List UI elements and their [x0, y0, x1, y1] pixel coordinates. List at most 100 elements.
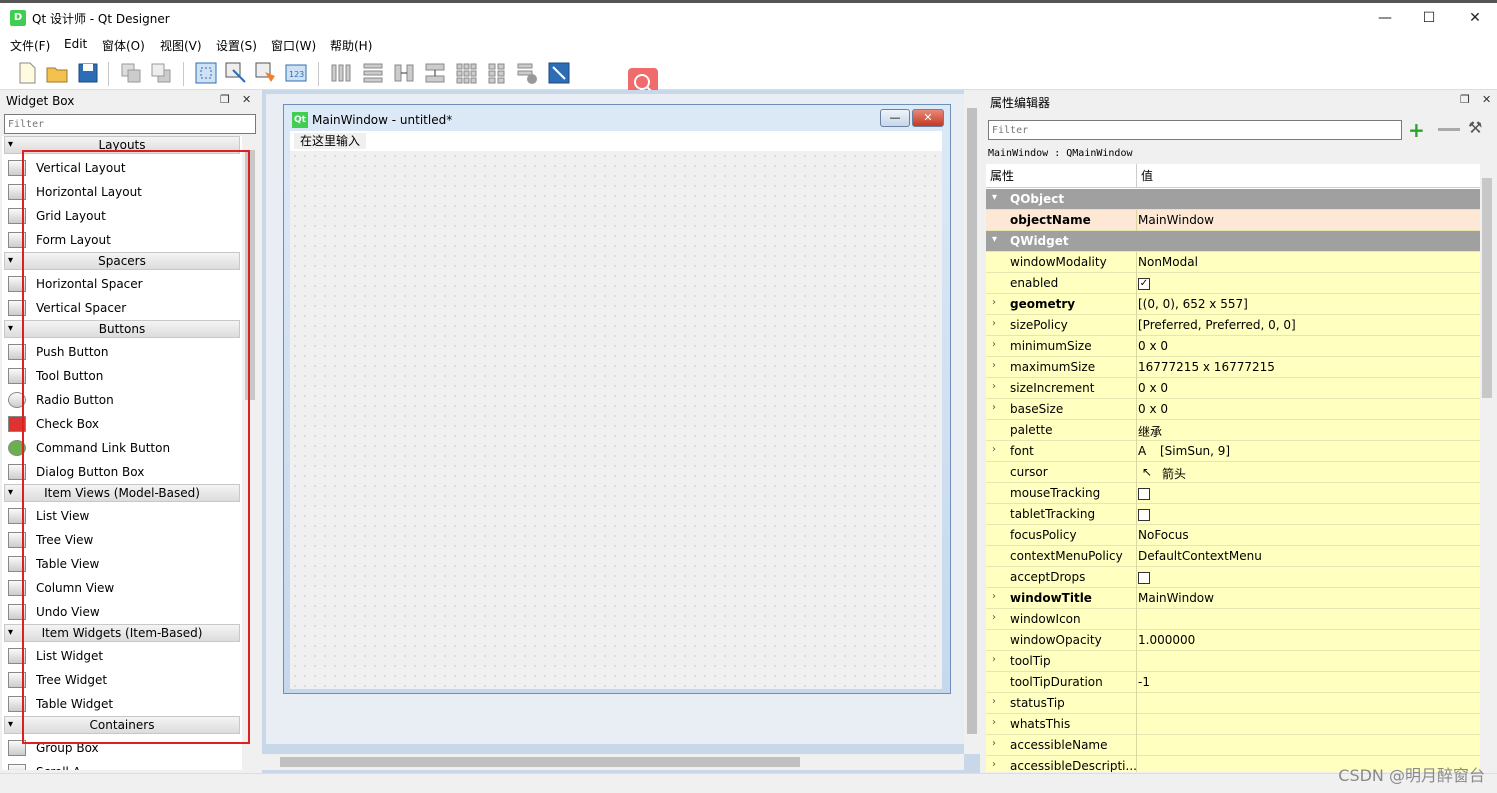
category-containers[interactable]: ▾ Containers [4, 716, 240, 734]
accept-drops-checkbox[interactable] [1138, 571, 1150, 584]
widget-box-filter-input[interactable] [4, 114, 256, 134]
widget-list-widget[interactable]: List Widget [6, 645, 240, 667]
prop-row-enabled[interactable]: enabled ✓ [986, 273, 1480, 294]
mdi-horizontal-scrollbar[interactable] [262, 754, 964, 770]
close-dock-icon[interactable]: ✕ [1482, 93, 1491, 106]
save-icon[interactable] [75, 60, 101, 86]
prop-row-maximumSize[interactable]: › maximumSize 16777215 x 16777215 [986, 357, 1480, 378]
property-editor-scrollbar[interactable] [1480, 164, 1494, 772]
float-dock-icon[interactable]: ❐ [1460, 93, 1470, 106]
menu-window[interactable]: 窗口(W) [271, 37, 316, 54]
form-close-button[interactable]: ✕ [912, 109, 944, 127]
mdi-vertical-scrollbar[interactable] [964, 90, 980, 754]
widget-table-view[interactable]: Table View [6, 553, 240, 575]
break-layout-icon[interactable] [514, 60, 540, 86]
menu-file[interactable]: 文件(F) [10, 37, 50, 54]
category-item-widgets[interactable]: ▾ Item Widgets (Item-Based) [4, 624, 240, 642]
prop-row-mouseTracking[interactable]: mouseTracking [986, 483, 1480, 504]
widget-horizontal-layout[interactable]: Horizontal Layout [6, 181, 240, 203]
bring-to-front-icon[interactable] [148, 60, 174, 86]
prop-row-objectName[interactable]: objectName MainWindow [986, 210, 1480, 231]
widget-grid-layout[interactable]: Grid Layout [6, 205, 240, 227]
send-to-back-icon[interactable] [118, 60, 144, 86]
prop-row-cursor[interactable]: cursor ↖ 箭头 [986, 462, 1480, 483]
edit-widgets-icon[interactable] [193, 60, 219, 86]
adjust-size-icon[interactable] [546, 60, 572, 86]
widget-dialog-button-box[interactable]: Dialog Button Box [6, 461, 240, 483]
prop-row-palette[interactable]: palette 继承 [986, 420, 1480, 441]
prop-row-contextMenuPolicy[interactable]: contextMenuPolicy DefaultContextMenu [986, 546, 1480, 567]
enabled-checkbox[interactable]: ✓ [1138, 277, 1150, 290]
category-item-views[interactable]: ▾ Item Views (Model-Based) [4, 484, 240, 502]
minimize-button[interactable]: — [1362, 5, 1408, 31]
category-spacers[interactable]: ▾ Spacers [4, 252, 240, 270]
maximize-button[interactable]: ☐ [1406, 5, 1452, 31]
remove-dynamic-property-icon[interactable] [1438, 128, 1460, 131]
prop-row-statusTip[interactable]: › statusTip [986, 693, 1480, 714]
category-layouts[interactable]: ▾ Layouts [4, 136, 240, 154]
mouse-tracking-checkbox[interactable] [1138, 487, 1150, 500]
prop-row-tabletTracking[interactable]: tabletTracking [986, 504, 1480, 525]
close-dock-icon[interactable]: ✕ [242, 93, 251, 106]
widget-list-view[interactable]: List View [6, 505, 240, 527]
widget-tree-widget[interactable]: Tree Widget [6, 669, 240, 691]
prop-row-toolTipDuration[interactable]: toolTipDuration -1 [986, 672, 1480, 693]
prop-row-accessibleName[interactable]: › accessibleName [986, 735, 1480, 756]
edit-signals-slots-icon[interactable] [223, 60, 249, 86]
widget-horizontal-spacer[interactable]: Horizontal Spacer [6, 273, 240, 295]
add-dynamic-property-icon[interactable]: + [1408, 118, 1425, 142]
prop-row-baseSize[interactable]: › baseSize 0 x 0 [986, 399, 1480, 420]
group-qobject[interactable]: ▾ QObject [986, 189, 1480, 210]
open-folder-icon[interactable] [44, 60, 70, 86]
column-header-value[interactable]: 值 [1136, 164, 1480, 188]
prop-row-windowOpacity[interactable]: windowOpacity 1.000000 [986, 630, 1480, 651]
layout-form-icon[interactable] [484, 60, 510, 86]
prop-row-font[interactable]: › font A [SimSun, 9] [986, 441, 1480, 462]
menu-form[interactable]: 窗体(O) [102, 37, 145, 54]
edit-tab-order-icon[interactable]: 123 [283, 60, 309, 86]
prop-row-minimumSize[interactable]: › minimumSize 0 x 0 [986, 336, 1480, 357]
menu-help[interactable]: 帮助(H) [330, 37, 372, 54]
property-filter-input[interactable] [988, 120, 1402, 140]
widget-tool-button[interactable]: Tool Button [6, 365, 240, 387]
form-minimize-button[interactable]: — [880, 109, 910, 127]
prop-row-acceptDrops[interactable]: acceptDrops [986, 567, 1480, 588]
layout-horizontal-icon[interactable] [328, 60, 354, 86]
property-editor-scroll-thumb[interactable] [1482, 178, 1492, 398]
tablet-tracking-checkbox[interactable] [1138, 508, 1150, 521]
layout-splitter-vertical-icon[interactable] [422, 60, 448, 86]
prop-row-windowModality[interactable]: windowModality NonModal [986, 252, 1480, 273]
group-qwidget[interactable]: ▾ QWidget [986, 231, 1480, 252]
widget-push-button[interactable]: Push Button [6, 341, 240, 363]
prop-row-whatsThis[interactable]: › whatsThis [986, 714, 1480, 735]
widget-command-link-button[interactable]: Command Link Button [6, 437, 240, 459]
prop-row-sizePolicy[interactable]: › sizePolicy [Preferred, Preferred, 0, 0] [986, 315, 1480, 336]
prop-row-sizeIncrement[interactable]: › sizeIncrement 0 x 0 [986, 378, 1480, 399]
widget-radio-button[interactable]: Radio Button [6, 389, 240, 411]
prop-row-windowIcon[interactable]: › windowIcon [986, 609, 1480, 630]
column-header-property[interactable]: 属性 [986, 164, 1136, 188]
category-buttons[interactable]: ▾ Buttons [4, 320, 240, 338]
new-file-icon[interactable] [14, 60, 40, 86]
widget-check-box[interactable]: Check Box [6, 413, 240, 435]
layout-vertical-icon[interactable] [360, 60, 386, 86]
widget-box-scrollbar[interactable] [243, 136, 257, 770]
prop-row-toolTip[interactable]: › toolTip [986, 651, 1480, 672]
widget-column-view[interactable]: Column View [6, 577, 240, 599]
widget-tree-view[interactable]: Tree View [6, 529, 240, 551]
menu-view[interactable]: 视图(V) [160, 37, 202, 54]
widget-vertical-layout[interactable]: Vertical Layout [6, 157, 240, 179]
prop-row-focusPolicy[interactable]: focusPolicy NoFocus [986, 525, 1480, 546]
mdi-vertical-scroll-thumb[interactable] [967, 108, 977, 734]
layout-grid-icon[interactable] [453, 60, 479, 86]
widget-table-widget[interactable]: Table Widget [6, 693, 240, 715]
widget-undo-view[interactable]: Undo View [6, 601, 240, 623]
form-window[interactable]: Qt MainWindow - untitled* — ✕ 在这里输入 [283, 104, 951, 694]
widget-group-box[interactable]: Group Box [6, 737, 240, 759]
edit-buddies-icon[interactable] [253, 60, 279, 86]
widget-vertical-spacer[interactable]: Vertical Spacer [6, 297, 240, 319]
mdi-horizontal-scroll-thumb[interactable] [280, 757, 800, 767]
type-here-menu-placeholder[interactable]: 在这里输入 [294, 133, 367, 149]
widget-form-layout[interactable]: Form Layout [6, 229, 240, 251]
prop-row-geometry[interactable]: › geometry [(0, 0), 652 x 557] [986, 294, 1480, 315]
